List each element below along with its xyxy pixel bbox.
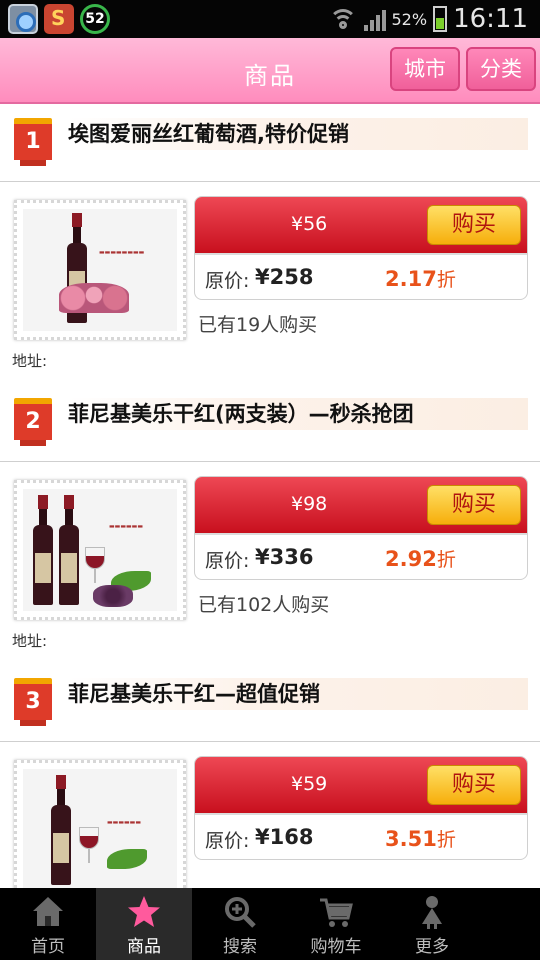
original-price: ¥336: [255, 545, 314, 569]
signal-icon: [363, 7, 386, 31]
browser-app-icon: [8, 4, 38, 34]
product-title[interactable]: 菲尼基美乐干红(两支装）—秒杀抢团: [68, 398, 528, 430]
cart-icon: [320, 898, 353, 927]
bottom-nav: 首页 商品 搜索 购物车 更多: [0, 888, 540, 960]
category-button[interactable]: 分类: [466, 47, 536, 91]
nav-cart[interactable]: 购物车: [288, 888, 384, 960]
nav-home[interactable]: 首页: [0, 888, 96, 960]
search-icon: [225, 897, 256, 928]
buy-button[interactable]: 购买: [427, 765, 521, 805]
title-bar: 商品 城市 分类: [0, 38, 540, 104]
product-image[interactable]: ▬▬▬▬▬▬: [14, 480, 186, 620]
discount: 2.17折: [385, 267, 456, 291]
product-item[interactable]: 2 菲尼基美乐干红(两支装）—秒杀抢团 ▬▬▬▬▬▬ ¥98 购买 原价: ¥3…: [0, 384, 540, 664]
wifi-icon: [328, 7, 358, 31]
product-item[interactable]: 3 菲尼基美乐干红—超值促销 ▬▬▬▬▬▬ ¥59 购买 原价: ¥168 3.…: [0, 664, 540, 888]
buy-button[interactable]: 购买: [427, 485, 521, 525]
address-label: 地址:: [12, 632, 48, 650]
home-icon: [33, 897, 63, 926]
original-price-label: 原价:: [205, 550, 250, 572]
city-button[interactable]: 城市: [390, 47, 460, 91]
original-price-label: 原价:: [205, 270, 250, 292]
buy-button[interactable]: 购买: [427, 205, 521, 245]
price-card: ¥56 购买 原价: ¥258 2.17折: [194, 196, 528, 300]
product-title[interactable]: 埃图爱丽丝红葡萄酒,特价促销: [68, 118, 528, 150]
product-header: 3 菲尼基美乐干红—超值促销: [0, 664, 540, 742]
address-label: 地址:: [12, 352, 48, 370]
nav-search[interactable]: 搜索: [192, 888, 288, 960]
rank-badge: 3: [14, 678, 52, 726]
original-price: ¥168: [255, 825, 314, 849]
price-card: ¥59 购买 原价: ¥168 3.51折: [194, 756, 528, 860]
battery-percent: 52%: [391, 9, 428, 29]
product-header: 1 埃图爱丽丝红葡萄酒,特价促销: [0, 104, 540, 182]
sold-count: 已有19人购买: [198, 314, 318, 336]
deal-price: ¥59: [291, 773, 328, 795]
badge-count-icon: 52: [80, 4, 110, 34]
product-list[interactable]: 1 埃图爱丽丝红葡萄酒,特价促销 ▬▬▬▬▬▬▬▬ ¥56 购买 原价: ¥25…: [0, 104, 540, 888]
product-header: 2 菲尼基美乐干红(两支装）—秒杀抢团: [0, 384, 540, 462]
product-image[interactable]: ▬▬▬▬▬▬: [14, 760, 186, 888]
original-price: ¥258: [255, 265, 314, 289]
nav-more[interactable]: 更多: [384, 888, 480, 960]
clock: 16:11: [453, 4, 528, 34]
nav-products[interactable]: 商品: [96, 888, 192, 960]
discount: 3.51折: [385, 827, 456, 851]
price-card: ¥98 购买 原价: ¥336 2.92折: [194, 476, 528, 580]
deal-price: ¥56: [291, 213, 328, 235]
status-bar: 52 52% 16:11: [0, 0, 540, 38]
app-notification-icon: [44, 4, 74, 34]
original-price-label: 原价:: [205, 830, 250, 852]
sold-count: 已有102人购买: [198, 594, 330, 616]
rank-badge: 1: [14, 118, 52, 166]
battery-icon: [433, 6, 448, 32]
discount: 2.92折: [385, 547, 456, 571]
person-icon: [422, 896, 442, 929]
product-image[interactable]: ▬▬▬▬▬▬▬▬: [14, 200, 186, 340]
deal-price: ¥98: [291, 493, 328, 515]
star-icon: [128, 896, 160, 927]
product-title[interactable]: 菲尼基美乐干红—超值促销: [68, 678, 528, 710]
rank-badge: 2: [14, 398, 52, 446]
product-item[interactable]: 1 埃图爱丽丝红葡萄酒,特价促销 ▬▬▬▬▬▬▬▬ ¥56 购买 原价: ¥25…: [0, 104, 540, 384]
